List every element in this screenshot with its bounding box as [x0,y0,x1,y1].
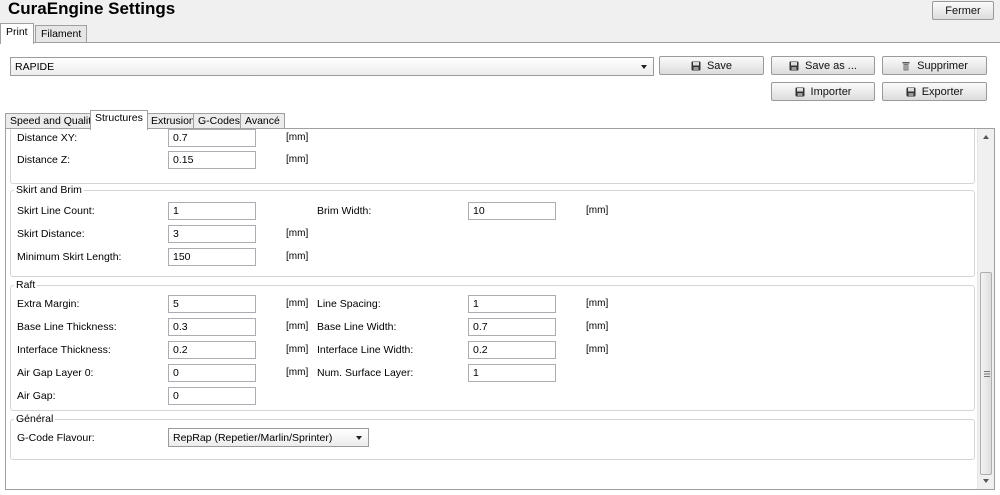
skirt-distance-input[interactable]: 3 [168,225,256,243]
scroll-up-icon[interactable] [983,135,989,139]
tab-extrusion[interactable]: Extrusion [146,113,200,129]
brim-width-label: Brim Width: [317,205,372,217]
distance-z-input[interactable]: 0.15 [168,151,256,169]
gcode-flavour-select[interactable]: RepRap (Repetier/Marlin/Sprinter) [168,428,369,447]
line-spacing-label: Line Spacing: [317,298,381,310]
save-as-button-label: Save as ... [805,59,857,72]
distance-z-unit: [mm] [286,154,309,165]
general-group [10,419,975,460]
min-skirt-length-unit: [mm] [286,251,309,262]
tab-speed-quality-label: Speed and Quality [10,115,97,127]
tab-avance[interactable]: Avancé [240,113,285,129]
line-spacing-input[interactable]: 1 [468,295,556,313]
air-gap-input[interactable]: 0 [168,387,256,405]
num-surface-layer-label: Num. Surface Layer: [317,367,414,379]
profile-select[interactable]: RAPIDE [10,57,654,76]
delete-button[interactable]: Supprimer [882,56,987,75]
chevron-down-icon [641,64,647,69]
brim-width-input[interactable]: 10 [468,202,556,220]
distance-xy-label: Distance XY: [17,132,78,144]
air-gap-label: Air Gap: [17,390,56,402]
base-line-width-unit: [mm] [586,321,609,332]
scroll-down-icon[interactable] [983,479,989,483]
interface-line-width-label: Interface Line Width: [317,344,414,356]
tab-filament-label: Filament [41,28,82,40]
tab-print[interactable]: Print [0,23,34,44]
base-line-thickness-input[interactable]: 0.3 [168,318,256,336]
save-as-button[interactable]: Save as ... [771,56,875,75]
skirt-line-count-input[interactable]: 1 [168,202,256,220]
tab-avance-label: Avancé [245,115,280,127]
floppy-disk-icon [789,61,799,71]
extra-margin-unit: [mm] [286,298,309,309]
air-gap-layer0-unit: [mm] [286,367,309,378]
tab-structures[interactable]: Structures [90,110,148,130]
distance-z-label: Distance Z: [17,154,71,166]
floppy-disk-icon [906,87,916,97]
min-skirt-length-input[interactable]: 150 [168,248,256,266]
raft-title: Raft [14,279,38,291]
distance-xy-unit: [mm] [286,132,309,143]
extra-margin-input[interactable]: 5 [168,295,256,313]
profile-select-value: RAPIDE [15,60,55,73]
floppy-disk-icon [691,61,701,71]
export-button[interactable]: Exporter [882,82,987,101]
interface-thickness-label: Interface Thickness: [17,344,111,356]
interface-thickness-input[interactable]: 0.2 [168,341,256,359]
base-line-width-input[interactable]: 0.7 [468,318,556,336]
interface-line-width-input[interactable]: 0.2 [468,341,556,359]
chevron-down-icon [356,435,362,440]
close-button[interactable]: Fermer [932,1,994,20]
import-button-label: Importer [810,85,852,98]
window-title: CuraEngine Settings [8,0,176,18]
skirt-distance-label: Skirt Distance: [17,228,85,240]
distance-xy-input[interactable]: 0.7 [168,129,256,147]
tab-extrusion-label: Extrusion [151,115,195,127]
grip-icon [983,371,990,377]
import-button[interactable]: Importer [771,82,875,101]
scrollbar-thumb[interactable] [980,272,992,475]
save-button[interactable]: Save [659,56,764,75]
gcode-flavour-label: G-Code Flavour: [17,432,95,444]
tab-structures-label: Structures [95,112,143,124]
interface-line-width-unit: [mm] [586,344,609,355]
interface-thickness-unit: [mm] [286,344,309,355]
num-surface-layer-input[interactable]: 1 [468,364,556,382]
base-line-thickness-label: Base Line Thickness: [17,321,117,333]
close-button-label: Fermer [945,4,981,17]
min-skirt-length-label: Minimum Skirt Length: [17,251,122,263]
gcode-flavour-select-value: RepRap (Repetier/Marlin/Sprinter) [173,431,333,444]
skirt-line-count-label: Skirt Line Count: [17,205,95,217]
skirt-brim-title: Skirt and Brim [14,184,84,196]
structures-panel: Distance XY: 0.7 [mm] Distance Z: 0.15 [… [5,128,995,490]
tab-speed-quality[interactable]: Speed and Quality [5,113,102,129]
save-button-label: Save [706,59,733,72]
air-gap-layer0-label: Air Gap Layer 0: [17,367,94,379]
skirt-distance-unit: [mm] [286,228,309,239]
export-button-label: Exporter [921,85,964,98]
general-title: Général [14,413,56,425]
floppy-disk-icon [795,87,805,97]
tab-gcodes-label: G-Codes [198,115,241,127]
vertical-scrollbar[interactable] [977,129,994,489]
tab-filament[interactable]: Filament [35,25,88,43]
tab-gcodes[interactable]: G-Codes [193,113,246,129]
base-line-thickness-unit: [mm] [286,321,309,332]
support-group [10,129,975,184]
brim-width-unit: [mm] [586,205,609,216]
tab-print-label: Print [6,26,28,38]
trash-icon [901,61,911,71]
base-line-width-label: Base Line Width: [317,321,397,333]
line-spacing-unit: [mm] [586,298,609,309]
extra-margin-label: Extra Margin: [17,298,80,310]
air-gap-layer0-input[interactable]: 0 [168,364,256,382]
delete-button-label: Supprimer [917,59,968,72]
